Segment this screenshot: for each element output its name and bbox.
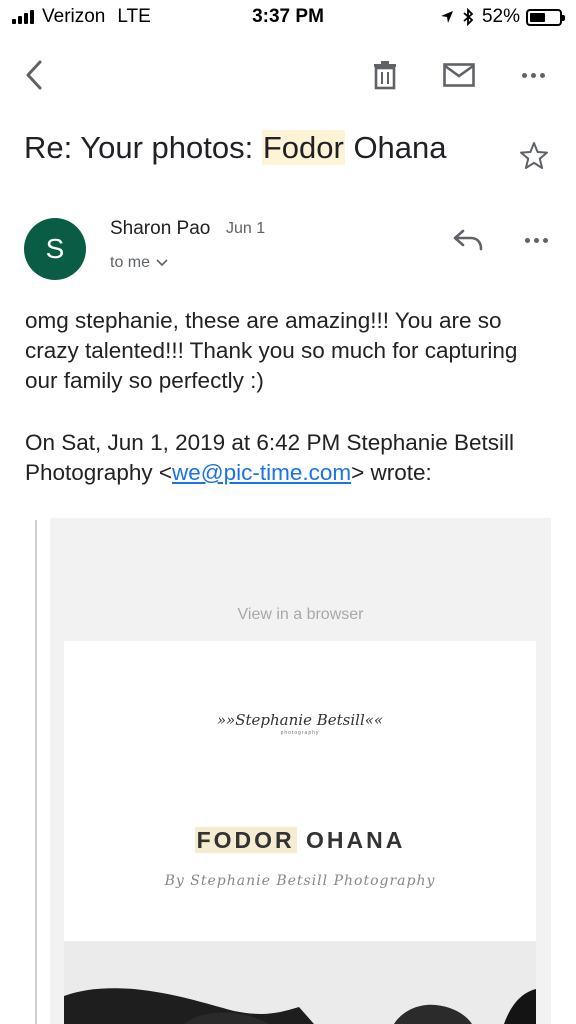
trash-icon [374,61,396,90]
more-icon [523,237,550,243]
battery-icon [526,8,565,26]
sender-name[interactable]: Sharon Pao [110,218,210,240]
photographer-logo: »»Stephanie Betsill«« photography [64,711,536,736]
sent-date: Jun 1 [226,220,266,237]
subject-prefix: Re: Your photos: [24,130,262,165]
gallery-title-highlight: FODOR [194,827,297,853]
reply-icon [453,229,483,251]
quote-attribution: On Sat, Jun 1, 2019 at 6:42 PM Stephanie… [25,428,555,488]
recipient-label: to me [110,254,151,271]
avatar[interactable]: S [24,218,86,280]
gallery-title-rest: OHANA [296,827,406,853]
quote-intro-suffix: > wrote: [351,460,432,485]
back-icon [26,60,42,90]
message-more-button[interactable] [514,220,558,260]
gallery-cover-photo[interactable] [64,941,536,1024]
recipient-details-toggle[interactable]: to me [110,254,168,272]
location-icon [440,10,454,24]
back-button[interactable] [14,50,54,100]
logo-script: »»Stephanie Betsill«« [216,711,384,729]
subject-highlight: Fodor [261,130,345,165]
status-bar: Verizon LTE 3:37 PM 52% [0,0,576,34]
subject-suffix: Ohana [344,130,447,165]
battery-percent: 52% [481,6,520,27]
gallery-byline: By Stephanie Betsill Photography [164,873,436,889]
sender-email-link[interactable]: we@pic-time.com [172,460,351,485]
gallery-title: FODOR OHANA [64,827,536,854]
email-toolbar [0,50,576,100]
mark-unread-button[interactable] [436,50,482,100]
quoted-email-card: »»Stephanie Betsill«« photography FODOR … [64,641,536,941]
reply-button[interactable] [444,220,492,260]
email-subject: Re: Your photos: Fodor Ohana [24,124,564,172]
photo-image [64,941,536,1024]
mail-icon [443,63,475,87]
subject-row: Re: Your photos: Fodor Ohana [24,124,564,184]
message-body: omg stephanie, these are amazing!!! You … [25,308,518,393]
quote-divider [35,520,37,1024]
star-button[interactable] [514,136,554,176]
logo-subtext: photography [280,730,320,736]
status-right: 52% [440,6,565,28]
more-icon [520,72,547,78]
quoted-email: View in a browser »»Stephanie Betsill«« … [50,518,551,1024]
delete-button[interactable] [362,50,408,100]
battery-level [530,12,545,22]
star-icon [520,142,548,169]
sender-row: S Sharon Pao Jun 1 to me [24,214,564,284]
chevron-down-icon [156,259,168,267]
logo-text: Stephanie Betsill [235,711,365,729]
view-in-browser-link[interactable]: View in a browser [50,606,551,624]
more-options-button[interactable] [510,50,556,100]
bluetooth-icon [462,8,474,26]
